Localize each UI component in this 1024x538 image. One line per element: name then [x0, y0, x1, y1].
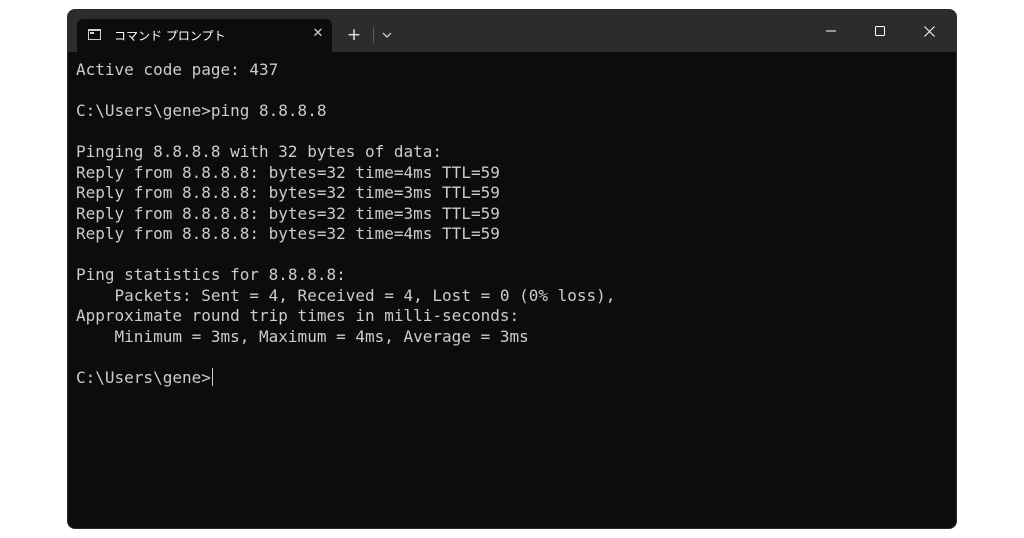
- console-line: Approximate round trip times in milli-se…: [76, 306, 520, 325]
- tab-close-button[interactable]: ✕: [309, 25, 327, 43]
- console-line: C:\Users\gene>ping 8.8.8.8: [76, 101, 327, 120]
- maximize-icon: [875, 26, 885, 36]
- prompt-line[interactable]: C:\Users\gene>: [76, 367, 946, 389]
- console-line: Packets: Sent = 4, Received = 4, Lost = …: [76, 285, 616, 305]
- close-button[interactable]: [906, 10, 952, 52]
- console-line: Reply from 8.8.8.8: bytes=32 time=4ms TT…: [76, 224, 500, 243]
- console-line: Reply from 8.8.8.8: bytes=32 time=3ms TT…: [76, 203, 500, 223]
- command-prompt: C:\Users\gene>: [76, 367, 211, 387]
- tab-command-prompt[interactable]: コマンド プロンプト ✕: [77, 19, 332, 52]
- tab-dropdown-button[interactable]: [377, 25, 397, 45]
- minimize-icon: [826, 30, 836, 32]
- maximize-button[interactable]: [857, 10, 903, 52]
- chevron-down-icon: [382, 32, 392, 38]
- title-bar[interactable]: コマンド プロンプト ✕ +: [68, 10, 956, 52]
- minimize-button[interactable]: [808, 10, 854, 52]
- console-line: Ping statistics for 8.8.8.8:: [76, 265, 346, 284]
- tab-title: コマンド プロンプト: [114, 29, 226, 43]
- tab-divider: [373, 27, 374, 43]
- console-line: Minimum = 3ms, Maximum = 4ms, Average = …: [76, 326, 529, 346]
- command-prompt-icon: [88, 29, 101, 40]
- close-icon: [924, 26, 935, 37]
- console-output[interactable]: Active code page: 437 C:\Users\gene>ping…: [76, 60, 946, 520]
- new-tab-button[interactable]: +: [343, 24, 365, 46]
- console-line: Pinging 8.8.8.8 with 32 bytes of data:: [76, 142, 443, 161]
- console-line: Reply from 8.8.8.8: bytes=32 time=4ms TT…: [76, 162, 500, 182]
- console-line: Active code page: 437: [76, 60, 279, 79]
- text-cursor: [211, 367, 213, 386]
- terminal-window: コマンド プロンプト ✕ + Active code page: 437 C:\…: [68, 10, 956, 528]
- console-line: Reply from 8.8.8.8: bytes=32 time=3ms TT…: [76, 183, 500, 202]
